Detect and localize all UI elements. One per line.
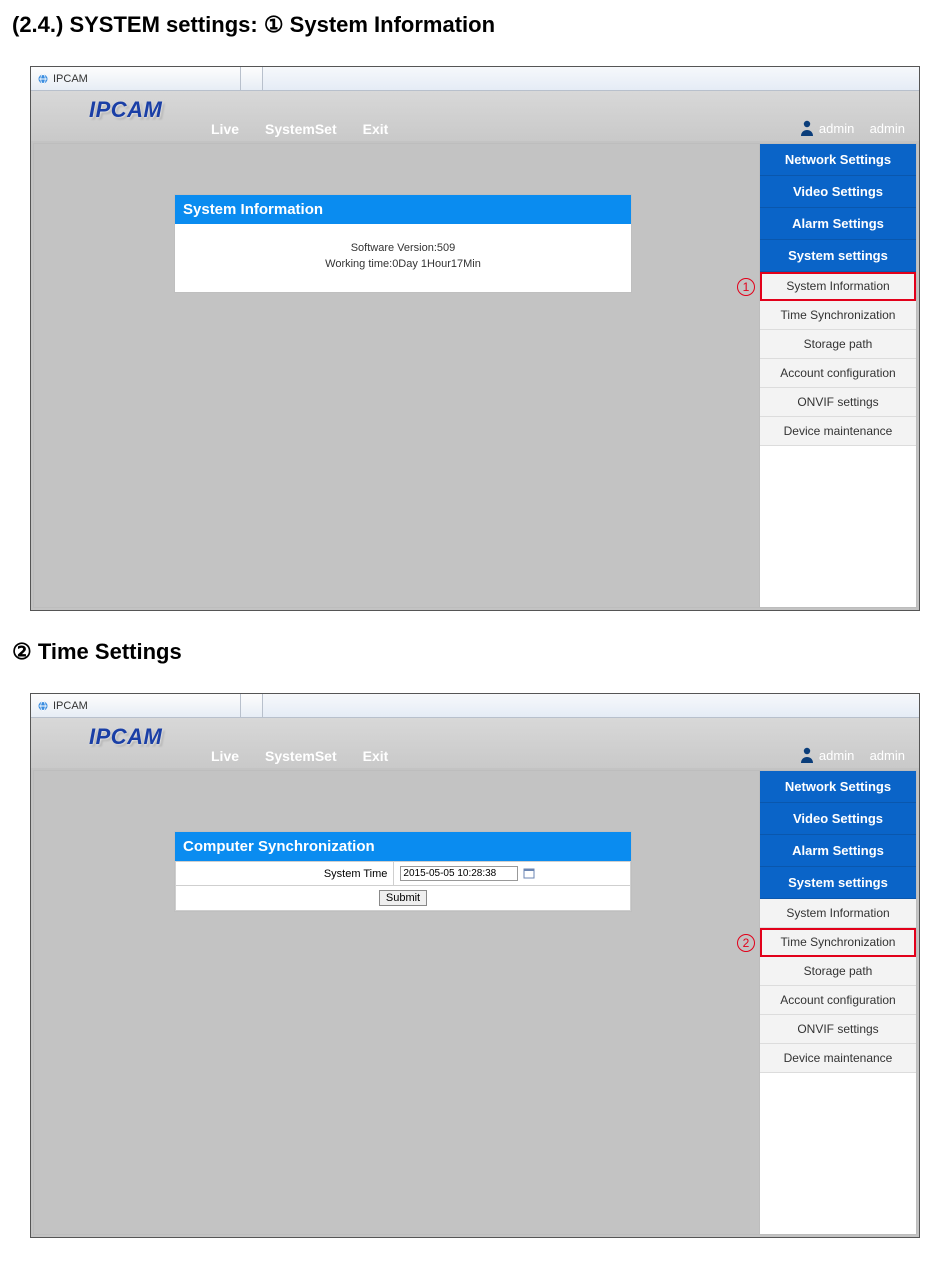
sidebar-cat-alarm[interactable]: Alarm Settings <box>760 835 916 867</box>
logo: IPCAM <box>89 724 162 750</box>
main-area: Computer Synchronization System Time <box>33 770 759 1235</box>
sidebar-cat-system[interactable]: System settings <box>760 867 916 899</box>
ie-icon <box>37 73 49 85</box>
sidebar-cat-video[interactable]: Video Settings <box>760 803 916 835</box>
system-information-panel: System Information Software Version:509 … <box>174 194 632 293</box>
software-version-row: Software Version:509 <box>183 242 623 254</box>
page-body: System Information Software Version:509 … <box>31 141 919 610</box>
calendar-icon[interactable] <box>523 867 535 879</box>
nav-live[interactable]: Live <box>211 121 239 137</box>
logo: IPCAM <box>89 97 162 123</box>
user-name-1: admin <box>819 121 854 136</box>
doc-heading-2: ② Time Settings <box>12 639 921 665</box>
browser-tab[interactable]: IPCAM <box>31 694 241 717</box>
sidebar-item-device-maint[interactable]: Device maintenance <box>760 417 916 446</box>
page-body: Computer Synchronization System Time <box>31 768 919 1237</box>
sidebar-item-system-information[interactable]: System Information <box>760 899 916 928</box>
nav-systemset[interactable]: SystemSet <box>265 748 337 764</box>
new-tab-button[interactable] <box>241 694 263 717</box>
sidebar-item-storage-path[interactable]: Storage path <box>760 957 916 986</box>
panel-title: Computer Synchronization <box>175 832 631 861</box>
heading1-prefix: (2.4.) SYSTEM settings: <box>12 12 264 37</box>
sidebar-cat-system[interactable]: System settings <box>760 240 916 272</box>
sidebar-item-onvif[interactable]: ONVIF settings <box>760 1015 916 1044</box>
system-time-input[interactable] <box>400 866 518 881</box>
system-time-label: System Time <box>176 862 394 886</box>
user-block: admin admin <box>799 119 905 137</box>
new-tab-button[interactable] <box>241 67 263 90</box>
page-header: IPCAM Live SystemSet Exit admin admin <box>31 91 919 141</box>
sidebar-item-wrap-0: 1 System Information <box>760 272 916 301</box>
screenshot-1: IPCAM IPCAM Live SystemSet Exit admin ad… <box>30 66 920 611</box>
sidebar-item-wrap-1: 2 Time Synchronization <box>760 928 916 957</box>
working-time-label: Working time: <box>325 258 392 270</box>
browser-tab-title: IPCAM <box>53 73 88 85</box>
sidebar-item-storage-path[interactable]: Storage path <box>760 330 916 359</box>
working-time-value: 0Day 1Hour17Min <box>392 258 481 270</box>
user-name-2: admin <box>870 121 905 136</box>
screenshot-2: IPCAM IPCAM Live SystemSet Exit admin ad… <box>30 693 920 1238</box>
sidebar: Network Settings Video Settings Alarm Se… <box>759 770 917 1235</box>
sidebar-item-device-maint[interactable]: Device maintenance <box>760 1044 916 1073</box>
browser-tab-title: IPCAM <box>53 700 88 712</box>
sidebar-item-system-information[interactable]: System Information <box>760 272 916 301</box>
submit-cell: Submit <box>176 886 631 911</box>
sidebar-cat-alarm[interactable]: Alarm Settings <box>760 208 916 240</box>
callout-2: 2 <box>737 934 755 952</box>
working-time-row: Working time:0Day 1Hour17Min <box>183 258 623 270</box>
sidebar-cat-network[interactable]: Network Settings <box>760 144 916 176</box>
doc-heading-1: (2.4.) SYSTEM settings: ① System Informa… <box>12 12 921 38</box>
submit-button[interactable]: Submit <box>379 890 427 906</box>
heading2-marker: ② <box>12 639 32 664</box>
user-name-2: admin <box>870 748 905 763</box>
heading2-text: Time Settings <box>32 639 182 664</box>
nav-live[interactable]: Live <box>211 748 239 764</box>
sidebar-item-time-sync[interactable]: Time Synchronization <box>760 301 916 330</box>
sidebar-item-account-config[interactable]: Account configuration <box>760 359 916 388</box>
user-icon <box>799 746 815 764</box>
nav-exit[interactable]: Exit <box>363 121 389 137</box>
software-version-value: 509 <box>437 242 455 254</box>
user-block: admin admin <box>799 746 905 764</box>
panel-title: System Information <box>175 195 631 224</box>
browser-tab-strip: IPCAM <box>31 67 919 91</box>
heading1-marker: ① <box>264 12 284 37</box>
nav-systemset[interactable]: SystemSet <box>265 121 337 137</box>
software-version-label: Software Version: <box>351 242 437 254</box>
callout-1: 1 <box>737 278 755 296</box>
sidebar-item-account-config[interactable]: Account configuration <box>760 986 916 1015</box>
nav-exit[interactable]: Exit <box>363 748 389 764</box>
panel-body: Software Version:509 Working time:0Day 1… <box>175 224 631 292</box>
top-nav: Live SystemSet Exit <box>211 121 388 137</box>
panel-table: System Time Submit <box>175 861 631 911</box>
sidebar-cat-video[interactable]: Video Settings <box>760 176 916 208</box>
user-name-1: admin <box>819 748 854 763</box>
sidebar-item-time-sync[interactable]: Time Synchronization <box>760 928 916 957</box>
system-time-cell <box>394 862 631 886</box>
browser-tab-strip: IPCAM <box>31 694 919 718</box>
sidebar: Network Settings Video Settings Alarm Se… <box>759 143 917 608</box>
browser-tab[interactable]: IPCAM <box>31 67 241 90</box>
top-nav: Live SystemSet Exit <box>211 748 388 764</box>
sidebar-cat-network[interactable]: Network Settings <box>760 771 916 803</box>
page-header: IPCAM Live SystemSet Exit admin admin <box>31 718 919 768</box>
sidebar-item-onvif[interactable]: ONVIF settings <box>760 388 916 417</box>
ie-icon <box>37 700 49 712</box>
user-icon <box>799 119 815 137</box>
main-area: System Information Software Version:509 … <box>33 143 759 608</box>
heading1-suffix: System Information <box>284 12 495 37</box>
computer-sync-panel: Computer Synchronization System Time <box>174 831 632 912</box>
